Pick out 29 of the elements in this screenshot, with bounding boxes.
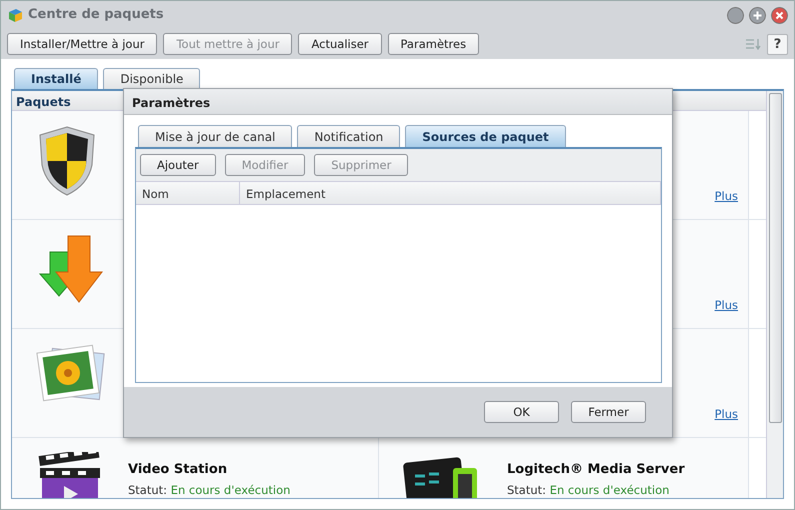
maximize-icon[interactable] xyxy=(749,6,766,24)
help-button[interactable]: ? xyxy=(767,34,788,54)
app-icon xyxy=(7,7,23,23)
status-value: En cours d'exécution xyxy=(170,483,290,498)
toolbar-button[interactable]: Paramètres xyxy=(388,33,480,55)
toolbar-button[interactable]: Ajouter xyxy=(140,154,216,176)
dialog-button[interactable]: Fermer xyxy=(571,401,646,423)
toolbar-button[interactable]: Actualiser xyxy=(298,33,382,55)
tab[interactable]: Sources de paquet xyxy=(405,125,566,147)
tab[interactable]: Installé xyxy=(14,68,98,89)
more-link[interactable]: Plus xyxy=(714,188,738,205)
toolbar-button[interactable]: Installer/Mettre à jour xyxy=(7,33,158,55)
sort-icon[interactable] xyxy=(745,38,761,50)
dialog-button[interactable]: OK xyxy=(484,401,559,423)
dialog-title: Paramètres xyxy=(124,89,672,115)
download-arrows-icon xyxy=(36,234,106,304)
close-icon[interactable] xyxy=(771,6,788,24)
window-title: Centre de paquets xyxy=(28,6,164,24)
status-label: Statut: xyxy=(507,483,546,498)
tab[interactable]: Notification xyxy=(297,125,400,147)
minimize-icon[interactable] xyxy=(727,6,744,24)
package-name: Logitech® Media Server xyxy=(507,461,685,479)
status-label: Statut: xyxy=(128,483,168,498)
more-link[interactable]: Plus xyxy=(714,406,738,423)
more-link[interactable]: Plus xyxy=(714,296,738,314)
tab[interactable]: Mise à jour de canal xyxy=(138,125,292,147)
tab[interactable]: Disponible xyxy=(103,68,200,89)
package-name: Video Station xyxy=(128,461,228,479)
status-value: En cours d'exécution xyxy=(550,483,670,498)
